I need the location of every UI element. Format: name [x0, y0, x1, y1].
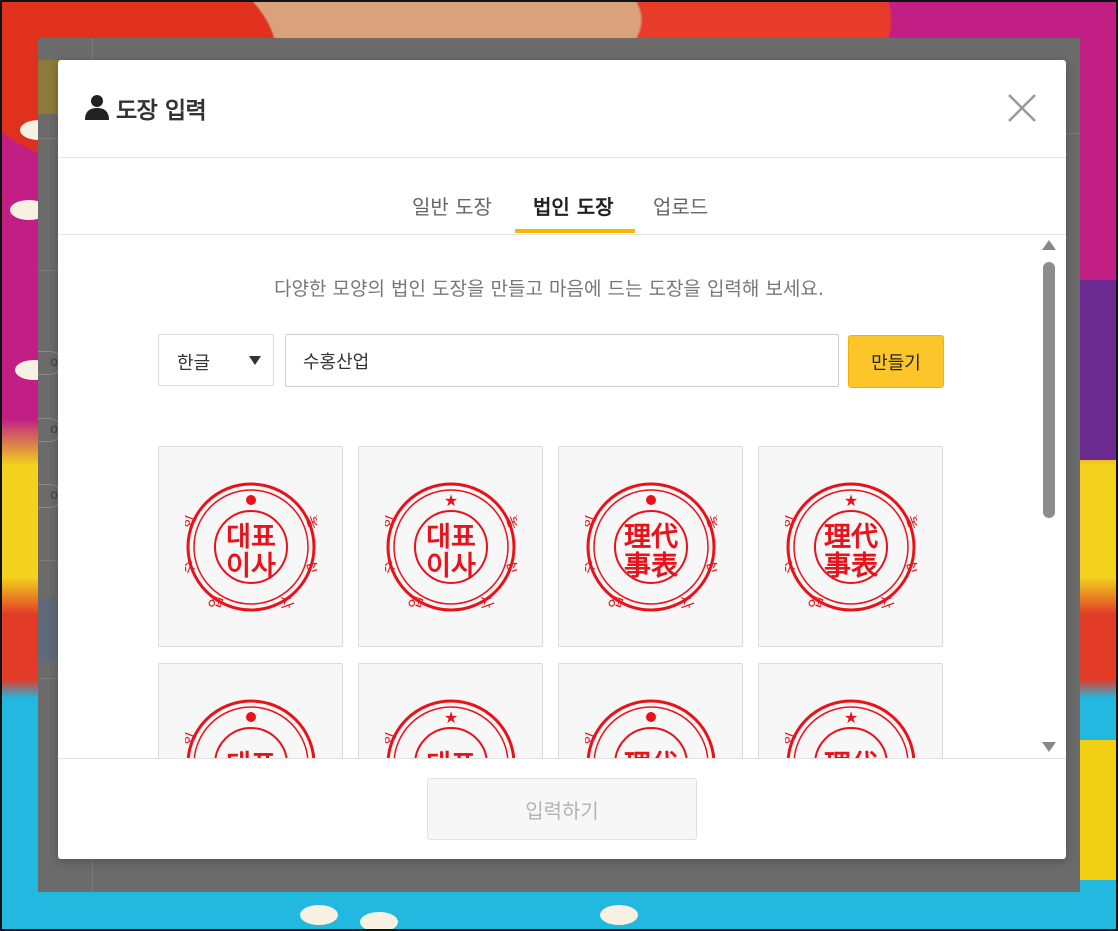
caret-down-icon	[249, 356, 261, 365]
stamp-dot-mark	[246, 495, 256, 505]
background-dot	[300, 905, 338, 925]
stamp-image: ★회사대표	[385, 699, 516, 758]
stamp-dot-mark	[646, 712, 656, 722]
stamp-ring-char: 수	[185, 557, 200, 576]
stamp-ring-char: 산	[302, 557, 317, 576]
stamp-option-card[interactable]: 회 수 홍 산 업 사 理代 事表	[558, 446, 743, 647]
modal-header: 도장 입력	[58, 60, 1066, 158]
tab-corporate-stamp[interactable]: 법인 도장	[533, 191, 614, 220]
stamp-center-top: 대표	[426, 522, 476, 553]
stamp-ring-char: 사	[875, 592, 897, 611]
stamp-ring-char: 수	[785, 557, 800, 576]
stamp-image: ★회사理代	[785, 699, 916, 758]
stamp-input-modal: 도장 입력 일반 도장 법인 도장 업로드 다양한 모양의 법인 도장을 만들고…	[58, 60, 1066, 859]
stamp-ring-char: 사	[475, 592, 497, 611]
stamp-center-top: 대표	[226, 750, 276, 758]
stamp-image: 회수홍산업 사理代事表	[585, 482, 717, 612]
user-icon	[85, 95, 109, 120]
stamp-star-mark: ★	[844, 491, 858, 510]
stamp-star-mark: ★	[844, 708, 858, 727]
stamp-ring-char: 산	[502, 557, 517, 576]
stamp-center-top: 理代	[624, 750, 678, 758]
stamp-image: ★회수홍산업 사대표이사	[385, 482, 517, 612]
stamp-option-card[interactable]: ★ 회 사 대표	[358, 663, 543, 758]
company-name-input[interactable]	[285, 334, 839, 387]
stamp-ring-char: 업	[605, 592, 627, 611]
stamp-ring-char: 사	[675, 592, 697, 611]
stamp-option-card[interactable]: ★ 회 수 홍 산 업 사 理代 事表	[758, 446, 943, 647]
stamp-option-card[interactable]: ★ 회 사 理代	[758, 663, 943, 758]
stamp-option-card[interactable]: 회 사 대표	[158, 663, 343, 758]
stamp-image: ★회수홍산업 사理代事表	[785, 482, 917, 612]
tab-bar: 일반 도장 법인 도장 업로드	[58, 158, 1066, 235]
content-area: 다양한 모양의 법인 도장을 만들고 마음에 드는 도장을 입력해 보세요. 한…	[58, 234, 1066, 758]
stamp-star-mark: ★	[444, 491, 458, 510]
stamp-option-card[interactable]: 회 수 홍 산 업 사 대표 이사	[158, 446, 343, 647]
stamp-ring-char: 사	[275, 592, 297, 611]
stamp-ring-char: 업	[405, 592, 427, 611]
stamp-ring-char: 수	[585, 557, 600, 576]
language-select[interactable]: 한글	[158, 334, 274, 386]
modal-footer: 입력하기	[58, 758, 1066, 859]
stamp-center-bottom: 이사	[226, 551, 276, 582]
stamp-ring-char: 산	[902, 557, 917, 576]
stamp-image: 회사대표	[185, 699, 316, 758]
stamp-dot-mark	[646, 495, 656, 505]
active-tab-indicator	[515, 229, 635, 233]
stamp-center-bottom: 이사	[426, 551, 476, 582]
make-button[interactable]: 만들기	[848, 335, 944, 388]
tab-general-stamp[interactable]: 일반 도장	[412, 191, 492, 220]
background-dot	[600, 905, 638, 925]
language-select-value: 한글	[177, 353, 211, 374]
scrollbar-thumb[interactable]	[1043, 262, 1055, 518]
stamp-ring-char: 수	[385, 557, 400, 576]
stamp-center-bottom: 事表	[624, 551, 678, 582]
scroll-up-arrow-icon[interactable]	[1042, 240, 1056, 250]
stamp-center-top: 理代	[624, 522, 678, 553]
scroll-down-arrow-icon[interactable]	[1042, 742, 1056, 752]
submit-button[interactable]: 입력하기	[427, 778, 697, 840]
stamp-image: 회수홍산업 사대표이사	[185, 482, 317, 612]
description-text: 다양한 모양의 법인 도장을 만들고 마음에 드는 도장을 입력해 보세요.	[274, 278, 824, 300]
stamp-option-card[interactable]: 회사理代	[558, 663, 743, 758]
stamp-star-mark: ★	[444, 708, 458, 727]
tab-upload[interactable]: 업로드	[653, 191, 708, 220]
stamp-center-top: 대표	[226, 522, 276, 553]
stamp-center-top: 대표	[426, 750, 476, 758]
close-icon[interactable]	[1004, 90, 1040, 126]
stamp-image: 회사理代	[585, 699, 716, 758]
stamp-ring-char: 업	[805, 592, 827, 611]
stamp-center-bottom: 事表	[824, 551, 878, 582]
stamp-ring-char: 업	[205, 592, 227, 611]
background-dot	[360, 912, 398, 931]
stamp-center-top: 理代	[824, 522, 878, 553]
modal-title: 도장 입력	[116, 98, 207, 124]
stamp-ring-char: 산	[702, 557, 717, 576]
stamp-option-card[interactable]: ★ 회 수 홍 산 업 사 대표 이사	[358, 446, 543, 647]
vertical-scrollbar[interactable]	[1042, 240, 1056, 752]
stamp-center-top: 理代	[824, 750, 878, 758]
stamp-dot-mark	[246, 712, 256, 722]
